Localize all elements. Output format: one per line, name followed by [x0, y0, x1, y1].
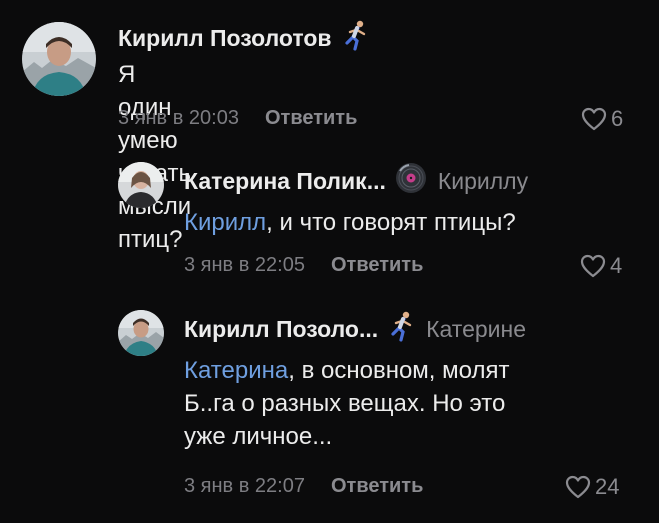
reply-button[interactable]: Ответить: [331, 475, 423, 498]
comment-text-line-1: Катерина, в основном, молят: [184, 354, 509, 387]
heart-icon: [581, 107, 611, 131]
mention-link[interactable]: Кирилл: [184, 209, 266, 236]
reply-to-label[interactable]: Катерине: [426, 316, 526, 343]
comment-header: Кирилл Позолотов: [118, 19, 370, 57]
comment-meta: 3 янв в 22:07 Ответить: [184, 471, 423, 501]
author-name[interactable]: Кирилл Позолотов: [118, 25, 332, 52]
comment-text: Кирилл, и что говорят птицы?: [184, 206, 516, 239]
comment-text-line-3: уже личное...: [184, 423, 333, 450]
like-count: 4: [610, 253, 623, 278]
timestamp[interactable]: 3 янв в 22:05: [184, 254, 305, 277]
reply-to-label[interactable]: Кириллу: [438, 168, 528, 195]
avatar-photo: [118, 310, 164, 356]
avatar-photo: [22, 22, 96, 96]
like-count: 24: [595, 474, 620, 499]
avatar-photo: [118, 162, 164, 208]
comment-text: Катерина, в основном, молят Б..га о разн…: [184, 354, 509, 453]
like-count: 6: [611, 106, 624, 131]
reply-button[interactable]: Ответить: [265, 107, 357, 130]
comment-header: Кирилл Позоло... Катерине: [184, 310, 526, 348]
avatar[interactable]: [118, 162, 164, 208]
like-button[interactable]: 4: [580, 251, 622, 281]
comment-text-body: , в основном, молят: [288, 357, 510, 384]
vinyl-disc-icon: [394, 161, 428, 201]
timestamp[interactable]: 3 янв в 20:03: [118, 107, 239, 130]
author-name[interactable]: Кирилл Позоло...: [184, 316, 378, 343]
comment-text: Я один умею читать мысли птиц?: [118, 61, 192, 253]
comment-text-line-2: Б..га о разных вещах. Но это: [184, 390, 506, 417]
timestamp[interactable]: 3 янв в 22:07: [184, 475, 305, 498]
heart-icon: [565, 475, 595, 499]
runner-icon: [340, 19, 370, 57]
avatar[interactable]: [22, 22, 96, 96]
like-button[interactable]: 6: [581, 104, 623, 134]
heart-icon: [580, 254, 610, 278]
comment-text-body: , и что говорят птицы?: [266, 209, 516, 236]
comment-header: Катерина Полик... Кириллу: [184, 161, 528, 201]
comment-meta: 3 янв в 22:05 Ответить: [184, 250, 423, 280]
reply-button[interactable]: Ответить: [331, 254, 423, 277]
avatar[interactable]: [118, 310, 164, 356]
like-button[interactable]: 24: [565, 472, 619, 502]
mention-link[interactable]: Катерина: [184, 357, 288, 384]
author-name[interactable]: Катерина Полик...: [184, 168, 386, 195]
runner-icon: [386, 310, 416, 348]
comment-meta: 3 янв в 20:03 Ответить: [118, 103, 357, 133]
